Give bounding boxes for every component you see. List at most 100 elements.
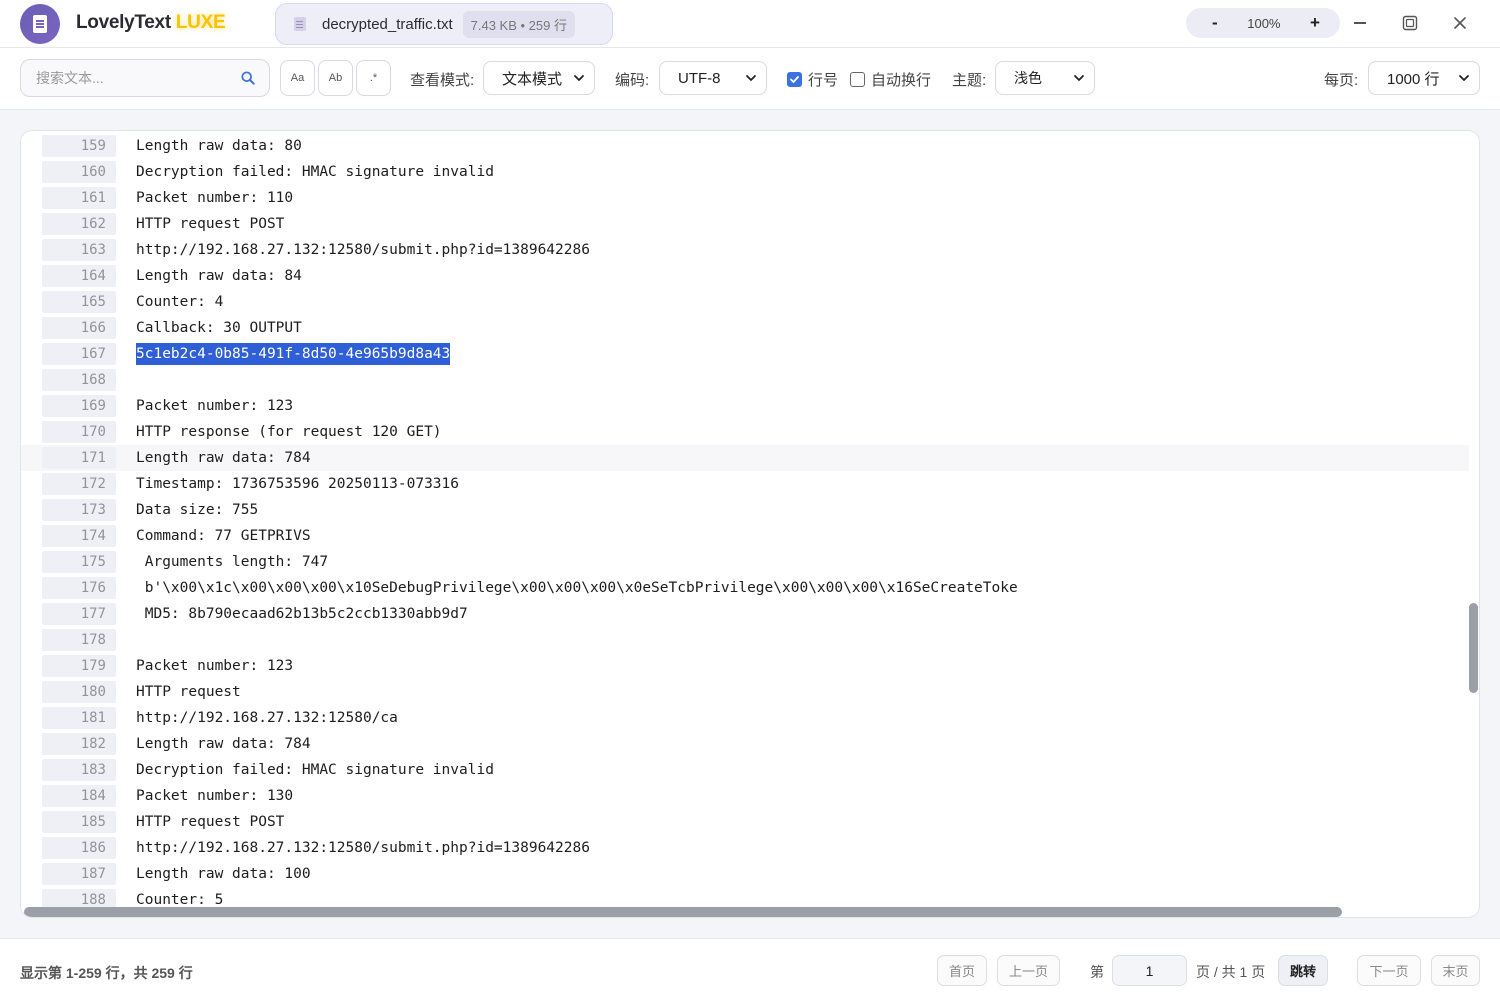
view-mode-select[interactable]: 文本模式 (483, 61, 595, 95)
editor-line[interactable]: 165 Counter: 4 (21, 289, 1469, 315)
editor-lines: 159 Length raw data: 80 160 Decryption fail… (21, 133, 1469, 913)
next-page-button[interactable]: 下一页 (1357, 955, 1421, 986)
editor-line[interactable]: 170 HTTP response (for request 120 GET) (21, 419, 1469, 445)
per-page-value: 1000 行 (1387, 70, 1440, 88)
line-number: 179 (42, 655, 116, 677)
close-icon[interactable] (1449, 12, 1471, 34)
line-number: 163 (42, 239, 116, 261)
checkmark-icon[interactable] (787, 72, 802, 87)
line-text: b'\x00\x1c\x00\x00\x00\x10SeDebugPrivile… (136, 580, 1018, 596)
file-tab-name: decrypted_traffic.txt (322, 15, 453, 33)
editor-line[interactable]: 187 Length raw data: 100 (21, 861, 1469, 887)
line-text: Command: 77 GETPRIVS (136, 528, 311, 544)
line-number: 166 (42, 317, 116, 339)
encoding-select[interactable]: UTF-8 (659, 61, 767, 95)
chevron-down-icon (574, 75, 584, 81)
line-text: Packet number: 110 (136, 190, 294, 206)
line-text: Length raw data: 100 (136, 866, 311, 882)
word-wrap-checkbox[interactable] (850, 72, 865, 87)
file-doc-icon (294, 17, 306, 31)
editor-line[interactable]: 180 HTTP request (21, 679, 1469, 705)
editor-line[interactable]: 181 http://192.168.27.132:12580/ca (21, 705, 1469, 731)
editor-line[interactable]: 176 b'\x00\x1c\x00\x00\x00\x10SeDebugPri… (21, 575, 1469, 601)
line-numbers-toggle[interactable]: 行号 (787, 69, 838, 90)
editor-line[interactable]: 161 Packet number: 110 (21, 185, 1469, 211)
prev-page-button[interactable]: 上一页 (997, 955, 1060, 986)
line-text: Packet number: 130 (136, 788, 294, 804)
vertical-scrollbar[interactable] (1469, 603, 1478, 693)
editor-line[interactable]: 175 Arguments length: 747 (21, 549, 1469, 575)
theme-label: 主题: (952, 72, 987, 89)
line-number: 183 (42, 759, 116, 781)
status-bar: 显示第 1-259 行，共 259 行 首页 上一页 第 1 页 / 共 1 页… (0, 938, 1500, 1000)
word-wrap-toggle[interactable]: 自动换行 (850, 69, 931, 90)
editor-line[interactable]: 160 Decryption failed: HMAC signature inv… (21, 159, 1469, 185)
chevron-down-icon (1074, 75, 1084, 81)
zoom-out-button[interactable]: - (1212, 13, 1218, 33)
line-text: http://192.168.27.132:12580/submit.php?i… (136, 840, 590, 856)
editor-line[interactable]: 168 (21, 367, 1469, 393)
line-number: 185 (42, 811, 116, 833)
last-page-button[interactable]: 末页 (1431, 955, 1480, 986)
search-icon[interactable] (241, 71, 255, 85)
jump-button[interactable]: 跳转 (1278, 955, 1328, 986)
theme-select[interactable]: 浅色 (995, 61, 1095, 95)
editor-line[interactable]: 179 Packet number: 123 (21, 653, 1469, 679)
encoding-label: 编码: (615, 72, 650, 89)
match-case-button[interactable]: Aa (280, 60, 315, 96)
maximize-icon[interactable] (1399, 12, 1421, 34)
page-suffix: 页 / 共 1 页 (1196, 964, 1266, 980)
per-page-select[interactable]: 1000 行 (1368, 61, 1480, 95)
editor-line[interactable]: 173 Data size: 755 (21, 497, 1469, 523)
line-number: 164 (42, 265, 116, 287)
search-box (20, 59, 270, 97)
editor-line[interactable]: 166 Callback: 30 OUTPUT (21, 315, 1469, 341)
search-input[interactable] (36, 70, 226, 86)
regex-button[interactable]: .* (356, 60, 391, 96)
whole-word-button[interactable]: Ab (318, 60, 353, 96)
editor-line[interactable]: 178 (21, 627, 1469, 653)
zoom-level: 100% (1247, 15, 1281, 31)
editor-line[interactable]: 172 Timestamp: 1736753596 20250113-073316 (21, 471, 1469, 497)
line-number: 160 (42, 161, 116, 183)
editor-line[interactable]: 186 http://192.168.27.132:12580/submit.ph… (21, 835, 1469, 861)
page-prefix: 第 (1090, 964, 1104, 980)
line-text: Length raw data: 84 (136, 268, 302, 284)
editor-line[interactable]: 167 5c1eb2c4-0b85-491f-8d50-4e965b9d8a43 (21, 341, 1469, 367)
editor-line[interactable]: 182 Length raw data: 784 (21, 731, 1469, 757)
editor-line[interactable]: 177 MD5: 8b790ecaad62b13b5c2ccb1330abb9d… (21, 601, 1469, 627)
editor-line[interactable]: 169 Packet number: 123 (21, 393, 1469, 419)
editor-line[interactable]: 164 Length raw data: 84 (21, 263, 1469, 289)
line-text: Callback: 30 OUTPUT (136, 320, 302, 336)
line-number: 169 (42, 395, 116, 417)
line-text: Data size: 755 (136, 502, 259, 518)
file-tab[interactable]: decrypted_traffic.txt 7.43 KB • 259 行 (275, 3, 613, 45)
editor-line[interactable]: 174 Command: 77 GETPRIVS (21, 523, 1469, 549)
page-input[interactable]: 1 (1112, 955, 1187, 986)
line-text: Length raw data: 80 (136, 138, 302, 154)
line-text: http://192.168.27.132:12580/ca (136, 710, 398, 726)
editor-line[interactable]: 162 HTTP request POST (21, 211, 1469, 237)
editor-line[interactable]: 184 Packet number: 130 (21, 783, 1469, 809)
editor-line[interactable]: 163 http://192.168.27.132:12580/submit.ph… (21, 237, 1469, 263)
line-number: 175 (42, 551, 116, 573)
editor-line[interactable]: 171 Length raw data: 784 (21, 445, 1469, 471)
line-text: http://192.168.27.132:12580/submit.php?i… (136, 242, 590, 258)
zoom-in-button[interactable]: + (1310, 13, 1320, 33)
line-text: Packet number: 123 (136, 658, 294, 674)
line-numbers-label: 行号 (808, 72, 839, 89)
line-text: Packet number: 123 (136, 398, 294, 414)
first-page-button[interactable]: 首页 (937, 955, 987, 986)
status-summary: 显示第 1-259 行，共 259 行 (20, 965, 193, 981)
horizontal-scrollbar[interactable] (24, 907, 1342, 917)
line-number: 186 (42, 837, 116, 859)
line-number: 174 (42, 525, 116, 547)
line-number: 167 (42, 343, 116, 365)
line-number: 159 (42, 135, 116, 157)
minimize-icon[interactable] (1349, 12, 1371, 34)
editor-line[interactable]: 159 Length raw data: 80 (21, 133, 1469, 159)
editor-line[interactable]: 185 HTTP request POST (21, 809, 1469, 835)
editor-line[interactable]: 183 Decryption failed: HMAC signature inv… (21, 757, 1469, 783)
word-wrap-label: 自动换行 (871, 72, 932, 89)
text-editor[interactable]: 159 Length raw data: 80 160 Decryption fail… (20, 130, 1480, 918)
